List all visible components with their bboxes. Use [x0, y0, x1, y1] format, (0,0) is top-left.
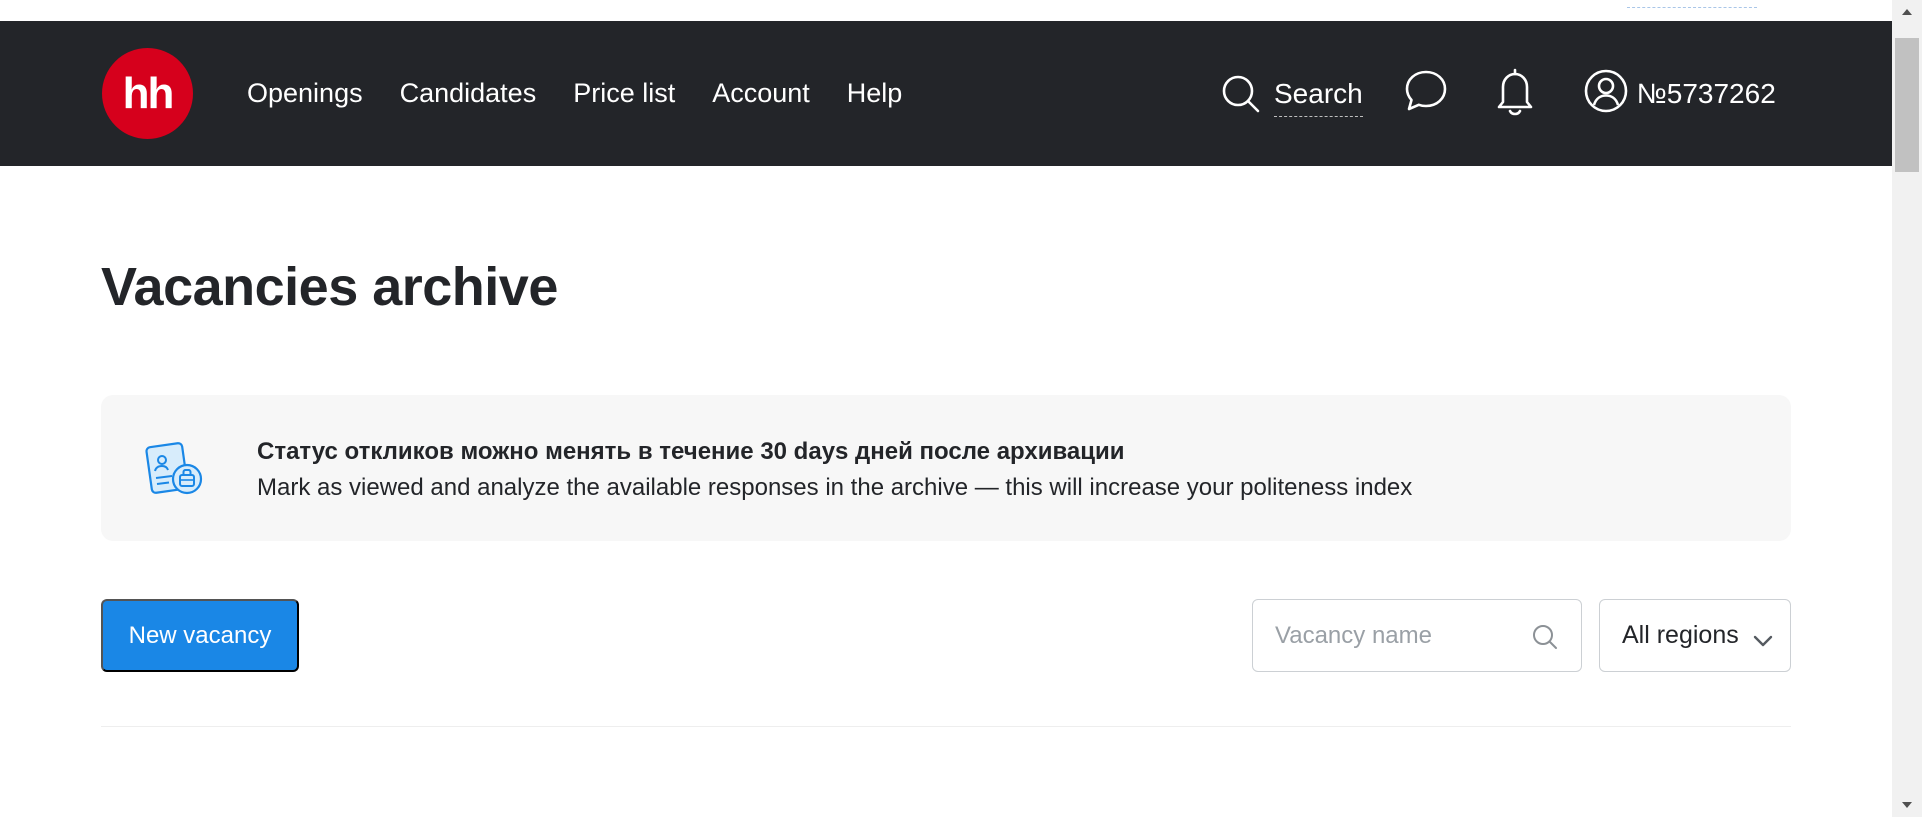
scroll-down-arrow-icon[interactable] — [1892, 793, 1922, 817]
chat-button[interactable] — [1403, 68, 1449, 119]
region-selected-value: All regions — [1622, 621, 1739, 649]
banner-title: Статус откликов можно менять в течение 3… — [257, 438, 1125, 465]
scrollbar-thumb[interactable] — [1895, 38, 1919, 172]
nav-help[interactable]: Help — [847, 78, 903, 109]
user-icon — [1583, 68, 1629, 119]
vacancy-search-box — [1252, 599, 1582, 672]
scroll-up-arrow-icon[interactable] — [1892, 0, 1922, 24]
vertical-scrollbar[interactable] — [1892, 0, 1922, 817]
account-id: №5737262 — [1636, 77, 1776, 109]
top-strip — [0, 0, 1892, 21]
info-banner: Статус откликов можно менять в течение 3… — [101, 395, 1791, 541]
page-title: Vacancies archive — [101, 257, 558, 317]
content-divider — [101, 726, 1791, 727]
header-tools: Search №5737262 — [1220, 21, 1776, 166]
vacancy-name-input[interactable] — [1253, 600, 1503, 671]
nav-price-list[interactable]: Price list — [573, 78, 675, 109]
chevron-down-icon — [1752, 627, 1774, 656]
dashed-underline — [1627, 7, 1757, 8]
search-icon[interactable] — [1531, 623, 1559, 656]
bell-icon — [1493, 66, 1537, 121]
nav-openings[interactable]: Openings — [247, 78, 363, 109]
new-vacancy-button[interactable]: New vacancy — [101, 599, 299, 672]
archive-document-icon — [145, 437, 205, 504]
top-header: hh Openings Candidates Price list Accoun… — [0, 21, 1892, 166]
notifications-button[interactable] — [1493, 66, 1537, 121]
nav-account[interactable]: Account — [712, 78, 810, 109]
header-search[interactable]: Search — [1220, 73, 1363, 117]
search-icon — [1220, 73, 1262, 115]
chat-icon — [1403, 68, 1449, 119]
logo-text: hh — [122, 68, 175, 118]
region-select[interactable]: All regions — [1599, 599, 1791, 672]
hh-logo[interactable]: hh — [102, 48, 193, 139]
nav-candidates[interactable]: Candidates — [400, 78, 537, 109]
search-label: Search — [1274, 78, 1363, 117]
banner-text: Mark as viewed and analyze the available… — [257, 474, 1413, 501]
account-menu[interactable]: №5737262 — [1583, 68, 1776, 119]
main-nav: Openings Candidates Price list Account H… — [247, 21, 939, 166]
